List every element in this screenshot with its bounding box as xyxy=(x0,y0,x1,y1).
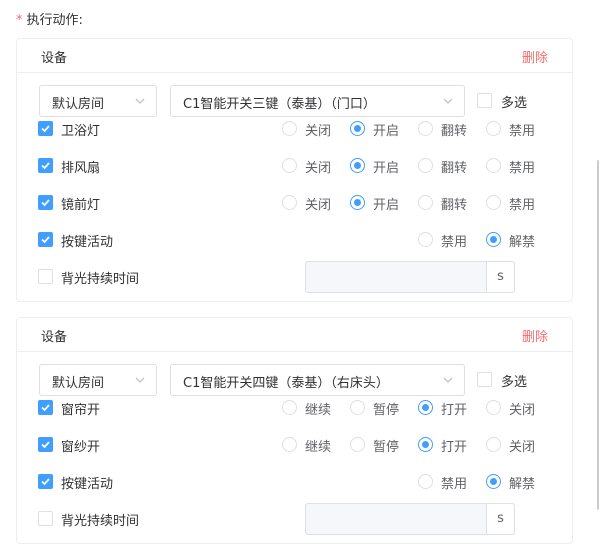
radio-option[interactable] xyxy=(282,437,297,452)
radio-option[interactable] xyxy=(486,437,501,452)
device-select[interactable]: C1智能开关三键（泰基）（门口） xyxy=(170,85,465,117)
row-label: 按键活动 xyxy=(61,235,114,250)
row-checkbox[interactable] xyxy=(38,195,53,210)
radio-option[interactable] xyxy=(486,195,501,210)
radio-option-label: 开启 xyxy=(373,198,400,213)
radio-option-label: 打开 xyxy=(441,440,468,455)
row-checkbox[interactable] xyxy=(38,437,53,452)
row-label: 镜前灯 xyxy=(61,198,101,213)
device-select-value: C1智能开关四键（泰基）（右床头） xyxy=(183,376,389,391)
radio-option[interactable] xyxy=(418,474,433,489)
room-select[interactable]: 默认房间 xyxy=(39,364,157,396)
device-select[interactable]: C1智能开关四键（泰基）（右床头） xyxy=(170,364,465,396)
chevron-down-icon xyxy=(135,95,145,105)
chevron-down-icon xyxy=(443,95,453,105)
radio-option-label: 解禁 xyxy=(509,477,536,492)
chevron-down-icon xyxy=(443,374,453,384)
row-checkbox[interactable] xyxy=(38,400,53,415)
radio-option-label: 继续 xyxy=(305,440,332,455)
radio-option-label: 禁用 xyxy=(509,198,536,213)
multi-select-checkbox[interactable] xyxy=(477,93,492,108)
execute-action-text: 执行动作: xyxy=(26,13,83,28)
required-mark: * xyxy=(16,13,23,28)
radio-option[interactable] xyxy=(418,195,433,210)
radio-option-label: 开启 xyxy=(373,161,400,176)
seconds-unit: s xyxy=(486,262,514,292)
radio-option[interactable] xyxy=(486,121,501,136)
radio-option-label: 关闭 xyxy=(305,161,332,176)
backlight-checkbox[interactable] xyxy=(38,269,53,284)
delete-button[interactable]: 删除 xyxy=(522,326,548,345)
row-checkbox[interactable] xyxy=(38,121,53,136)
room-select[interactable]: 默认房间 xyxy=(39,85,157,117)
radio-option-label: 关闭 xyxy=(305,198,332,213)
card-header: 设备 删除 xyxy=(17,39,572,73)
radio-option[interactable] xyxy=(350,400,365,415)
radio-option-label: 暂停 xyxy=(373,440,400,455)
row-label: 排风扇 xyxy=(61,161,101,176)
radio-option-label: 解禁 xyxy=(509,235,536,250)
backlight-duration-input[interactable]: s xyxy=(305,503,515,535)
card-header: 设备 删除 xyxy=(17,318,572,352)
radio-option-label: 翻转 xyxy=(441,198,468,213)
radio-option[interactable] xyxy=(418,121,433,136)
device-card: 设备 删除 默认房间 C1智能开关四键（泰基）（右床头） 多选 窗帘开 继续 暂停 打开 关闭 窗纱… xyxy=(16,317,573,544)
row-label: 窗纱开 xyxy=(61,440,101,455)
radio-option-label: 翻转 xyxy=(441,124,468,139)
radio-option-label: 禁用 xyxy=(509,124,536,139)
radio-option-label: 翻转 xyxy=(441,161,468,176)
chevron-down-icon xyxy=(135,374,145,384)
radio-option-label: 关闭 xyxy=(509,403,536,418)
delete-button[interactable]: 删除 xyxy=(522,47,548,66)
radio-option-label: 开启 xyxy=(373,124,400,139)
row-checkbox[interactable] xyxy=(38,158,53,173)
multi-select-label: 多选 xyxy=(501,375,528,390)
device-select-value: C1智能开关三键（泰基）（门口） xyxy=(183,97,376,112)
radio-option[interactable] xyxy=(282,121,297,136)
radio-option-label: 暂停 xyxy=(373,403,400,418)
row-checkbox[interactable] xyxy=(38,474,53,489)
radio-option-label: 关闭 xyxy=(305,124,332,139)
radio-option-label: 禁用 xyxy=(441,477,468,492)
radio-option[interactable] xyxy=(350,158,365,173)
backlight-duration-input[interactable]: s xyxy=(305,261,515,293)
row-label: 卫浴灯 xyxy=(61,124,101,139)
row-checkbox[interactable] xyxy=(38,232,53,247)
multi-select-label: 多选 xyxy=(501,96,528,111)
radio-option[interactable] xyxy=(350,121,365,136)
radio-option[interactable] xyxy=(282,158,297,173)
device-card: 设备 删除 默认房间 C1智能开关三键（泰基）（门口） 多选 卫浴灯 关闭 开启 翻转 禁用 排风扇… xyxy=(16,38,573,302)
backlight-label: 背光持续时间 xyxy=(61,514,140,529)
room-select-value: 默认房间 xyxy=(52,376,105,391)
multi-select-checkbox[interactable] xyxy=(477,372,492,387)
scrollbar[interactable] xyxy=(597,160,599,510)
backlight-checkbox[interactable] xyxy=(38,511,53,526)
radio-option[interactable] xyxy=(418,437,433,452)
backlight-label: 背光持续时间 xyxy=(61,272,140,287)
row-label: 按键活动 xyxy=(61,477,114,492)
radio-option[interactable] xyxy=(486,474,501,489)
room-select-value: 默认房间 xyxy=(52,97,105,112)
radio-option[interactable] xyxy=(350,195,365,210)
radio-option[interactable] xyxy=(486,232,501,247)
radio-option[interactable] xyxy=(486,400,501,415)
radio-option-label: 禁用 xyxy=(509,161,536,176)
radio-option-label: 关闭 xyxy=(509,440,536,455)
execute-action-label: * 执行动作: xyxy=(16,9,83,28)
radio-option[interactable] xyxy=(282,400,297,415)
radio-option[interactable] xyxy=(418,158,433,173)
card-title: 设备 xyxy=(41,330,68,345)
radio-option-label: 继续 xyxy=(305,403,332,418)
radio-option[interactable] xyxy=(418,400,433,415)
radio-option-label: 禁用 xyxy=(441,235,468,250)
radio-option-label: 打开 xyxy=(441,403,468,418)
row-label: 窗帘开 xyxy=(61,403,101,418)
seconds-unit: s xyxy=(486,504,514,534)
radio-option[interactable] xyxy=(282,195,297,210)
radio-option[interactable] xyxy=(350,437,365,452)
radio-option[interactable] xyxy=(486,158,501,173)
card-title: 设备 xyxy=(41,51,68,66)
radio-option[interactable] xyxy=(418,232,433,247)
